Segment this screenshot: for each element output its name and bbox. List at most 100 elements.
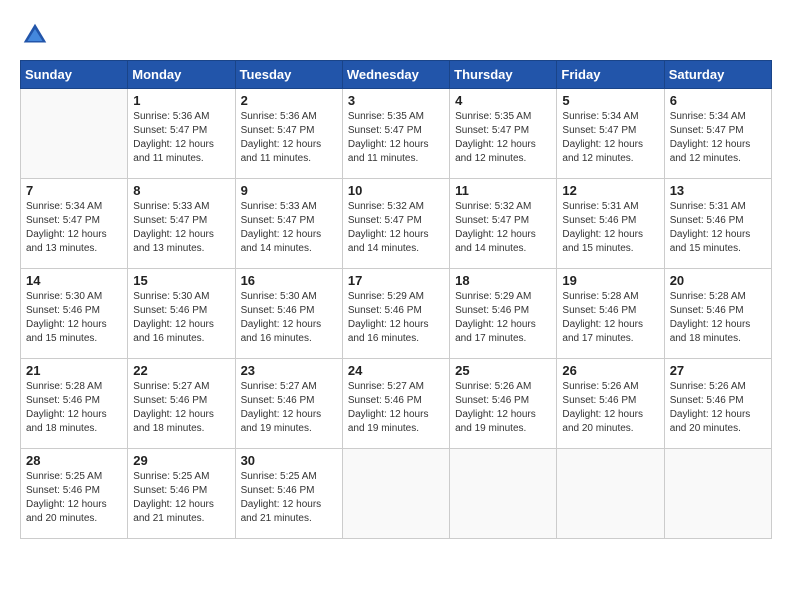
day-info: Sunrise: 5:36 AM Sunset: 5:47 PM Dayligh…	[133, 110, 229, 166]
day-number: 10	[348, 183, 444, 198]
calendar-week-4: 21 Sunrise: 5:28 AM Sunset: 5:46 PM Dayli…	[21, 359, 772, 449]
calendar-week-1: 1 Sunrise: 5:36 AM Sunset: 5:47 PM Daylig…	[21, 89, 772, 179]
day-number: 30	[241, 453, 337, 468]
day-info: Sunrise: 5:32 AM Sunset: 5:47 PM Dayligh…	[348, 200, 444, 256]
logo	[20, 20, 54, 50]
day-info: Sunrise: 5:32 AM Sunset: 5:47 PM Dayligh…	[455, 200, 551, 256]
header-row: SundayMondayTuesdayWednesdayThursdayFrid…	[21, 61, 772, 89]
calendar-cell: 16 Sunrise: 5:30 AM Sunset: 5:46 PM Dayli…	[235, 269, 342, 359]
calendar-cell: 21 Sunrise: 5:28 AM Sunset: 5:46 PM Dayli…	[21, 359, 128, 449]
calendar-table: SundayMondayTuesdayWednesdayThursdayFrid…	[20, 60, 772, 539]
calendar-cell: 9 Sunrise: 5:33 AM Sunset: 5:47 PM Daylig…	[235, 179, 342, 269]
day-info: Sunrise: 5:35 AM Sunset: 5:47 PM Dayligh…	[455, 110, 551, 166]
calendar-cell: 8 Sunrise: 5:33 AM Sunset: 5:47 PM Daylig…	[128, 179, 235, 269]
day-number: 24	[348, 363, 444, 378]
day-number: 22	[133, 363, 229, 378]
day-number: 5	[562, 93, 658, 108]
day-number: 6	[670, 93, 766, 108]
day-number: 25	[455, 363, 551, 378]
day-info: Sunrise: 5:27 AM Sunset: 5:46 PM Dayligh…	[348, 380, 444, 436]
day-number: 17	[348, 273, 444, 288]
calendar-cell: 10 Sunrise: 5:32 AM Sunset: 5:47 PM Dayli…	[342, 179, 449, 269]
day-info: Sunrise: 5:26 AM Sunset: 5:46 PM Dayligh…	[562, 380, 658, 436]
calendar-cell: 2 Sunrise: 5:36 AM Sunset: 5:47 PM Daylig…	[235, 89, 342, 179]
calendar-cell: 26 Sunrise: 5:26 AM Sunset: 5:46 PM Dayli…	[557, 359, 664, 449]
weekday-header-wednesday: Wednesday	[342, 61, 449, 89]
calendar-cell: 14 Sunrise: 5:30 AM Sunset: 5:46 PM Dayli…	[21, 269, 128, 359]
calendar-cell	[342, 449, 449, 539]
calendar-cell: 28 Sunrise: 5:25 AM Sunset: 5:46 PM Dayli…	[21, 449, 128, 539]
day-info: Sunrise: 5:27 AM Sunset: 5:46 PM Dayligh…	[241, 380, 337, 436]
day-number: 2	[241, 93, 337, 108]
day-number: 9	[241, 183, 337, 198]
calendar-cell: 23 Sunrise: 5:27 AM Sunset: 5:46 PM Dayli…	[235, 359, 342, 449]
day-number: 13	[670, 183, 766, 198]
weekday-header-thursday: Thursday	[450, 61, 557, 89]
day-info: Sunrise: 5:30 AM Sunset: 5:46 PM Dayligh…	[241, 290, 337, 346]
calendar-cell: 30 Sunrise: 5:25 AM Sunset: 5:46 PM Dayli…	[235, 449, 342, 539]
calendar-cell: 24 Sunrise: 5:27 AM Sunset: 5:46 PM Dayli…	[342, 359, 449, 449]
calendar-week-2: 7Sunrise: 5:34 AM Sunset: 5:47 PM Daylig…	[21, 179, 772, 269]
calendar-cell: 12 Sunrise: 5:31 AM Sunset: 5:46 PM Dayli…	[557, 179, 664, 269]
calendar-cell: 1 Sunrise: 5:36 AM Sunset: 5:47 PM Daylig…	[128, 89, 235, 179]
day-number: 21	[26, 363, 122, 378]
day-info: Sunrise: 5:31 AM Sunset: 5:46 PM Dayligh…	[562, 200, 658, 256]
day-info: Sunrise: 5:28 AM Sunset: 5:46 PM Dayligh…	[670, 290, 766, 346]
day-info: Sunrise: 5:25 AM Sunset: 5:46 PM Dayligh…	[26, 470, 122, 526]
day-info: Sunrise: 5:29 AM Sunset: 5:46 PM Dayligh…	[455, 290, 551, 346]
day-info: Sunrise: 5:26 AM Sunset: 5:46 PM Dayligh…	[455, 380, 551, 436]
day-info: Sunrise: 5:30 AM Sunset: 5:46 PM Dayligh…	[26, 290, 122, 346]
calendar-cell: 17Sunrise: 5:29 AM Sunset: 5:46 PM Dayli…	[342, 269, 449, 359]
day-number: 18	[455, 273, 551, 288]
day-number: 1	[133, 93, 229, 108]
day-number: 3	[348, 93, 444, 108]
calendar-cell: 15 Sunrise: 5:30 AM Sunset: 5:46 PM Dayli…	[128, 269, 235, 359]
calendar-cell: 13 Sunrise: 5:31 AM Sunset: 5:46 PM Dayli…	[664, 179, 771, 269]
day-info: Sunrise: 5:34 AM Sunset: 5:47 PM Dayligh…	[26, 200, 122, 256]
day-info: Sunrise: 5:31 AM Sunset: 5:46 PM Dayligh…	[670, 200, 766, 256]
day-number: 28	[26, 453, 122, 468]
calendar-cell: 20 Sunrise: 5:28 AM Sunset: 5:46 PM Dayli…	[664, 269, 771, 359]
day-number: 26	[562, 363, 658, 378]
day-info: Sunrise: 5:25 AM Sunset: 5:46 PM Dayligh…	[133, 470, 229, 526]
day-number: 19	[562, 273, 658, 288]
day-info: Sunrise: 5:33 AM Sunset: 5:47 PM Dayligh…	[241, 200, 337, 256]
weekday-header-saturday: Saturday	[664, 61, 771, 89]
day-info: Sunrise: 5:27 AM Sunset: 5:46 PM Dayligh…	[133, 380, 229, 436]
day-number: 8	[133, 183, 229, 198]
day-number: 14	[26, 273, 122, 288]
day-info: Sunrise: 5:26 AM Sunset: 5:46 PM Dayligh…	[670, 380, 766, 436]
weekday-header-friday: Friday	[557, 61, 664, 89]
calendar-cell: 4 Sunrise: 5:35 AM Sunset: 5:47 PM Daylig…	[450, 89, 557, 179]
day-info: Sunrise: 5:28 AM Sunset: 5:46 PM Dayligh…	[26, 380, 122, 436]
calendar-cell	[664, 449, 771, 539]
calendar-week-5: 28 Sunrise: 5:25 AM Sunset: 5:46 PM Dayli…	[21, 449, 772, 539]
calendar-cell: 11 Sunrise: 5:32 AM Sunset: 5:47 PM Dayli…	[450, 179, 557, 269]
day-info: Sunrise: 5:34 AM Sunset: 5:47 PM Dayligh…	[670, 110, 766, 166]
day-number: 16	[241, 273, 337, 288]
day-info: Sunrise: 5:28 AM Sunset: 5:46 PM Dayligh…	[562, 290, 658, 346]
day-number: 15	[133, 273, 229, 288]
calendar-cell: 5Sunrise: 5:34 AM Sunset: 5:47 PM Daylig…	[557, 89, 664, 179]
day-info: Sunrise: 5:33 AM Sunset: 5:47 PM Dayligh…	[133, 200, 229, 256]
calendar-cell	[21, 89, 128, 179]
day-number: 4	[455, 93, 551, 108]
calendar-cell: 19 Sunrise: 5:28 AM Sunset: 5:46 PM Dayli…	[557, 269, 664, 359]
day-number: 29	[133, 453, 229, 468]
day-info: Sunrise: 5:36 AM Sunset: 5:47 PM Dayligh…	[241, 110, 337, 166]
calendar-cell: 18 Sunrise: 5:29 AM Sunset: 5:46 PM Dayli…	[450, 269, 557, 359]
weekday-header-tuesday: Tuesday	[235, 61, 342, 89]
day-number: 11	[455, 183, 551, 198]
weekday-header-sunday: Sunday	[21, 61, 128, 89]
calendar-week-3: 14 Sunrise: 5:30 AM Sunset: 5:46 PM Dayli…	[21, 269, 772, 359]
page-header	[20, 20, 772, 50]
day-info: Sunrise: 5:30 AM Sunset: 5:46 PM Dayligh…	[133, 290, 229, 346]
day-info: Sunrise: 5:25 AM Sunset: 5:46 PM Dayligh…	[241, 470, 337, 526]
day-number: 20	[670, 273, 766, 288]
calendar-cell: 3Sunrise: 5:35 AM Sunset: 5:47 PM Daylig…	[342, 89, 449, 179]
logo-icon	[20, 20, 50, 50]
day-number: 23	[241, 363, 337, 378]
day-number: 12	[562, 183, 658, 198]
calendar-cell: 25 Sunrise: 5:26 AM Sunset: 5:46 PM Dayli…	[450, 359, 557, 449]
weekday-header-monday: Monday	[128, 61, 235, 89]
